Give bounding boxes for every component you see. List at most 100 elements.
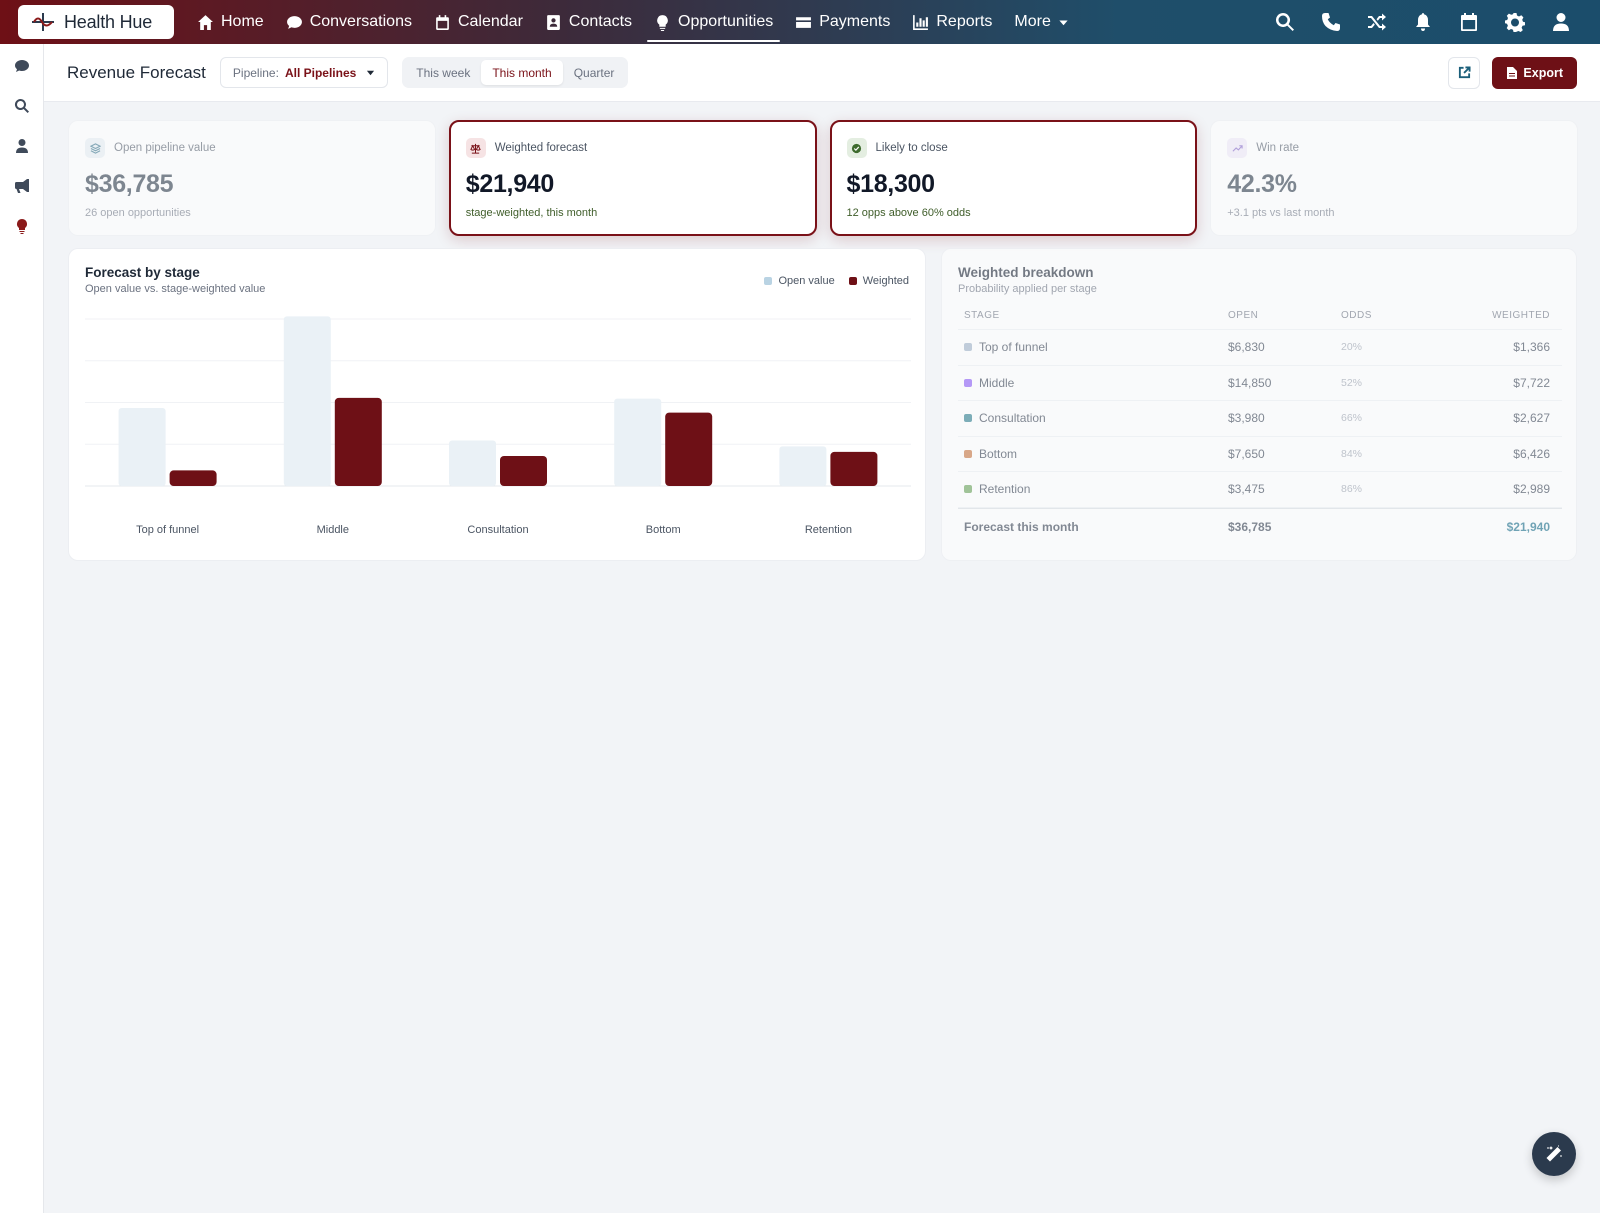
logo-mark-icon [32,13,54,31]
bar-open-value[interactable] [614,398,662,486]
kpi-label: Open pipeline value [114,142,216,154]
legend-open-value[interactable]: Open value [764,275,835,287]
table-footer: Forecast this month $36,785 $21,940 [958,507,1562,546]
chart-icon [913,14,929,30]
range-quarter[interactable]: Quarter [563,60,626,85]
profile-button[interactable] [1538,0,1584,44]
column-header-weighted: WEIGHTED [1492,309,1550,321]
forecast-chart: Top of funnel Middle Consultation Bottom Ret… [85,316,911,536]
kpi-weighted-forecast[interactable]: Weighted forecast $21,940 stage-weighted… [448,120,817,236]
bar-weighted[interactable] [665,412,713,486]
brand-logo[interactable]: Health Hue [18,5,174,39]
breakdown-table: STAGE OPEN ODDS WEIGHTED Top of funnel $… [958,301,1562,546]
layers-icon [85,138,105,158]
nav-conversations[interactable]: Conversations [275,4,423,40]
odds-value: 84% [1341,447,1363,460]
rail-marketing[interactable] [0,166,44,206]
nav-payments[interactable]: Payments [784,4,901,40]
nav-home[interactable]: Home [186,4,275,40]
bar-open-value[interactable] [283,316,331,486]
x-tick-label: Retention [805,524,852,536]
bar-open-value[interactable] [449,440,496,486]
table-row[interactable]: Retention $3,475 86% $2,989 [958,472,1562,508]
bar-open-value[interactable] [779,446,827,486]
table-row[interactable]: Middle $14,850 52% $7,722 [958,366,1562,401]
nav-more[interactable]: More [1003,4,1079,40]
kpi-value: $18,300 [846,170,936,198]
kpi-open-pipeline[interactable]: Open pipeline value $36,785 26 open oppo… [68,120,436,236]
open-value: $3,475 [1228,482,1265,497]
kpi-label: Weighted forecast [494,142,588,154]
phone-button[interactable] [1308,0,1354,44]
open-value: $14,850 [1228,375,1272,390]
weighted-value: $7,722 [1513,375,1550,390]
kpi-subtext: 12 opps above 60% odds [846,207,971,219]
shuffle-button[interactable] [1354,0,1400,44]
odds-value: 66% [1341,412,1363,425]
calendar-button[interactable] [1446,0,1492,44]
rail-search[interactable] [0,86,44,126]
table-row[interactable]: Top of funnel $6,830 20% $1,366 [958,330,1562,366]
nav-conversations-label: Conversations [309,13,412,30]
table-row[interactable]: Bottom $7,650 84% $6,426 [958,437,1562,472]
weighted-breakdown-card: Weighted breakdown Probability applied p… [941,248,1577,561]
range-this-week[interactable]: This week [405,60,481,85]
stage-color-dot [964,485,972,494]
kpi-likely-to-close[interactable]: Likely to close $18,300 12 opps above 60… [829,120,1198,236]
table-row[interactable]: Consultation $3,980 66% $2,627 [958,401,1562,437]
calendar-icon [1461,13,1477,31]
weighted-value: $6,426 [1513,446,1550,461]
legend-label: Weighted [862,275,909,287]
x-tick-label: Top of funnel [136,524,199,536]
column-header-stage: STAGE [964,309,1000,321]
bell-icon [1416,13,1430,31]
bar-weighted[interactable] [334,397,382,486]
chart-title: Forecast by stage [85,265,200,280]
lightbulb-icon [657,14,668,31]
stage-name: Retention [979,482,1031,497]
kpi-subtext: 26 open opportunities [85,207,191,219]
rail-conversations[interactable] [0,46,44,86]
range-toggle: This week This month Quarter [402,57,629,88]
kpi-value: $36,785 [85,170,174,198]
kpi-win-rate[interactable]: Win rate 42.3% +3.1 pts vs last month [1210,120,1578,236]
search-button[interactable] [1262,0,1308,44]
magic-wand-icon [1546,1145,1562,1162]
export-button[interactable]: Export [1492,56,1577,89]
magic-wand-button[interactable] [1532,1132,1576,1176]
stage-color-dot [964,449,972,458]
nav-opportunities[interactable]: Opportunities [643,4,784,42]
bar-weighted[interactable] [169,470,217,486]
nav-contacts[interactable]: Contacts [534,4,643,40]
lightbulb-icon [17,219,27,234]
main-nav: Home Conversations Calendar Contacts Opp… [186,0,1080,44]
column-header-open: OPEN [1228,309,1259,321]
legend-label: Open value [778,275,835,287]
bar-weighted[interactable] [830,451,878,486]
settings-button[interactable] [1492,0,1538,44]
odds-value: 20% [1341,341,1363,354]
calendar-icon [436,14,449,30]
bar-weighted[interactable] [500,456,547,486]
nav-calendar[interactable]: Calendar [423,4,534,40]
notifications-button[interactable] [1400,0,1446,44]
phone-icon [1322,13,1340,31]
contacts-icon [547,14,560,30]
pipeline-select[interactable]: Pipeline: All Pipelines [219,57,389,88]
rail-opportunities[interactable] [0,206,44,246]
search-icon [1276,13,1294,31]
rail-contacts[interactable] [0,126,44,166]
page-header: Revenue Forecast Pipeline: All Pipelines… [44,44,1600,102]
bar-open-value[interactable] [118,408,166,486]
range-this-month[interactable]: This month [481,60,563,85]
open-external-button[interactable] [1448,56,1481,89]
legend-weighted[interactable]: Weighted [848,275,909,287]
nav-actions [1262,0,1584,44]
weighted-value: $2,989 [1513,482,1550,497]
credit-card-icon [796,16,812,28]
user-icon [16,139,28,153]
kpi-value: $21,940 [465,170,555,198]
stage-name: Consultation [979,411,1046,426]
nav-payments-label: Payments [819,13,891,30]
nav-reports[interactable]: Reports [901,4,1003,40]
